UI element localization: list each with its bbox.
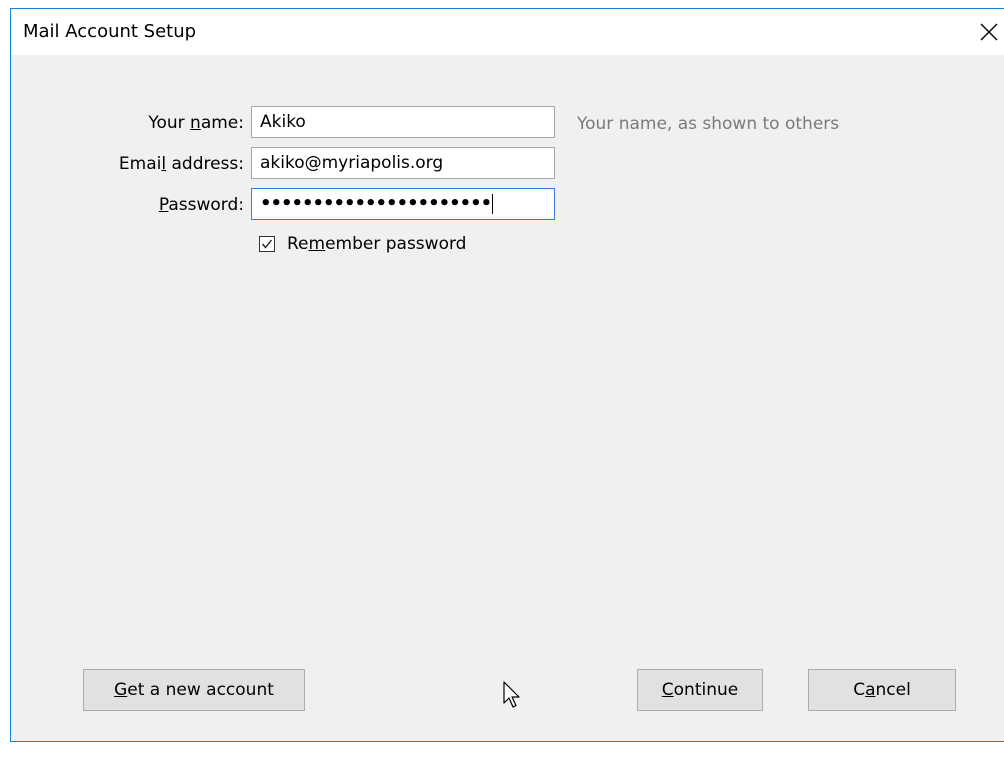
email-address-label: Email address:: [118, 154, 244, 174]
remember-password-label[interactable]: Remember password: [287, 234, 466, 254]
your-name-hint: Your name, as shown to others: [577, 114, 840, 134]
continue-button[interactable]: Continue: [637, 669, 763, 711]
close-icon: [980, 23, 998, 41]
password-input[interactable]: ••••••••••••••••••••••: [251, 188, 555, 220]
your-name-input[interactable]: Akiko: [251, 106, 555, 138]
title-bar: Mail Account Setup: [11, 9, 1004, 55]
mouse-pointer-icon: [503, 681, 520, 708]
email-address-input[interactable]: akiko@myriapolis.org: [251, 147, 555, 179]
text-caret: [492, 194, 494, 214]
checkmark-icon: [261, 239, 273, 249]
get-new-account-button[interactable]: Get a new account: [83, 669, 305, 711]
close-button[interactable]: [970, 9, 1004, 55]
mail-account-setup-dialog: Mail Account Setup Your name: Akiko Your…: [10, 8, 1004, 742]
remember-password-checkbox[interactable]: [259, 236, 275, 252]
your-name-label: Your name:: [148, 113, 244, 133]
cancel-button[interactable]: Cancel: [808, 669, 956, 711]
remember-password-row[interactable]: Remember password: [259, 233, 466, 255]
dialog-title: Mail Account Setup: [23, 21, 197, 42]
password-label: Password:: [158, 195, 244, 215]
